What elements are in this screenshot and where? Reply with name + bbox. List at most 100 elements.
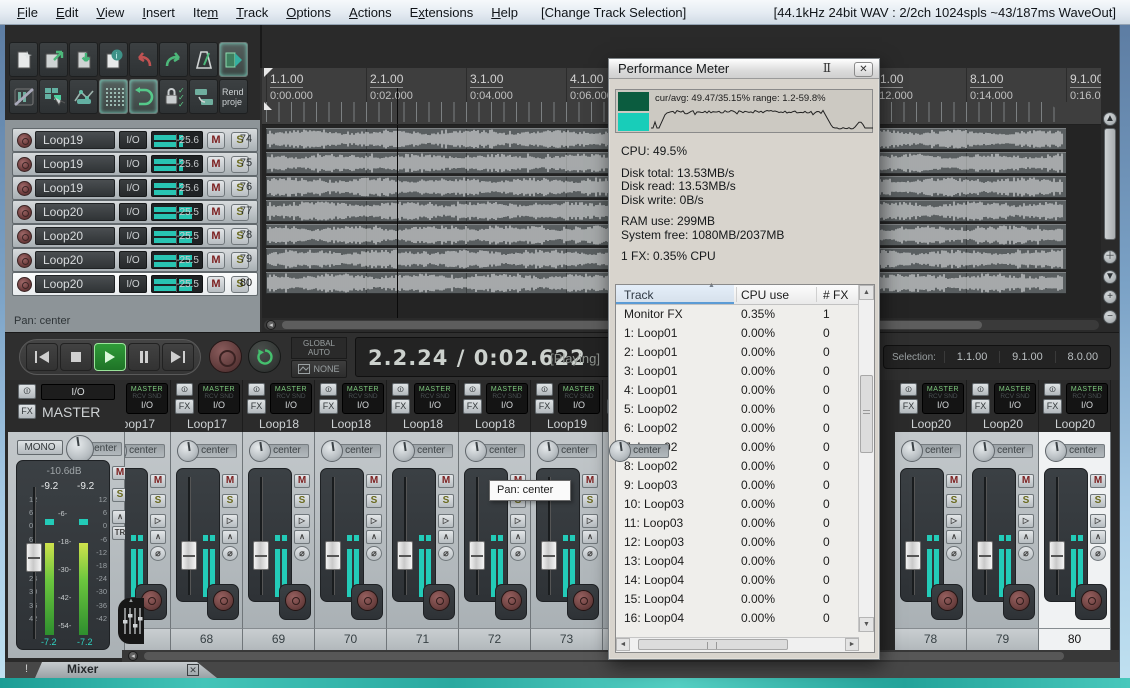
mixer-menu-flap[interactable]: ▲ bbox=[118, 598, 144, 644]
global-auto-value[interactable]: NONE bbox=[291, 360, 347, 378]
strip-mute-button[interactable]: M bbox=[150, 474, 166, 488]
dock-pin-icon[interactable]: Ⅱ bbox=[819, 62, 835, 76]
io-button[interactable]: I/O bbox=[119, 155, 147, 173]
mono-button[interactable]: MONO bbox=[17, 440, 63, 455]
strip-mute-button[interactable]: M bbox=[294, 474, 310, 488]
tcp-track-75[interactable]: Loop19I/O-25.6MS75 bbox=[12, 152, 258, 176]
strip-env-arm-button[interactable]: ▷ bbox=[1018, 514, 1034, 528]
strip-solo-button[interactable]: S bbox=[582, 494, 598, 508]
mixer-strip-71[interactable]: ⏼FXMASTERRCV SNDI/OLoop18centerMS▷∧⌀71 bbox=[387, 380, 459, 650]
render-project-button[interactable]: Rend proje bbox=[219, 79, 248, 114]
strip-fader-cap[interactable] bbox=[905, 541, 921, 570]
mixer-strip-80[interactable]: ⏼FXMASTERRCV SNDI/OLoop20centerMS▷∧⌀80 bbox=[1039, 380, 1111, 650]
strip-env-arm-button[interactable]: ▷ bbox=[294, 514, 310, 528]
mute-button[interactable]: M bbox=[207, 204, 225, 221]
strip-pan-label[interactable]: center bbox=[481, 444, 525, 458]
stop-button[interactable] bbox=[60, 343, 92, 371]
media-item-properties-icon[interactable] bbox=[219, 42, 248, 77]
mixer-strip-78[interactable]: ⏼FXMASTERRCV SNDI/OLoop20centerMS▷∧⌀78 bbox=[895, 380, 967, 650]
table-scroll-left-icon[interactable]: ◄ bbox=[616, 638, 630, 651]
table-row[interactable]: 15: Loop040.00%0 bbox=[616, 590, 859, 609]
strip-record-arm-icon[interactable] bbox=[357, 590, 378, 611]
strip-solo-button[interactable]: S bbox=[222, 494, 238, 508]
master-power-button[interactable]: ⏼ bbox=[18, 384, 36, 399]
table-vscrollbar[interactable]: ▲ ▼ bbox=[858, 285, 874, 632]
strip-power-button[interactable]: ⏼ bbox=[1044, 383, 1061, 396]
strip-solo-button[interactable]: S bbox=[150, 494, 166, 508]
io-button[interactable]: I/O bbox=[119, 251, 147, 269]
strip-mute-button[interactable]: M bbox=[582, 474, 598, 488]
strip-power-button[interactable]: ⏼ bbox=[248, 383, 265, 396]
strip-solo-button[interactable]: S bbox=[1090, 494, 1106, 508]
volume-box[interactable]: -25.6 bbox=[151, 155, 203, 173]
strip-send-box[interactable]: MASTERRCV SNDI/O bbox=[414, 383, 456, 414]
tcp-track-76[interactable]: Loop19I/O-25.6MS76 bbox=[12, 176, 258, 200]
strip-solo-button[interactable]: S bbox=[946, 494, 962, 508]
strip-phase-button[interactable]: ⌀ bbox=[582, 546, 598, 561]
strip-pan-label[interactable]: center bbox=[409, 444, 453, 458]
scroll-down-icon[interactable]: ▼ bbox=[1103, 270, 1117, 284]
strip-pan-knob[interactable] bbox=[393, 440, 415, 462]
table-header[interactable]: Track CPU use # FX ▲ bbox=[616, 285, 859, 305]
mixer-strip-68[interactable]: ⏼FXMASTERRCV SNDI/OLoop17centerMS▷∧⌀68 bbox=[171, 380, 243, 650]
volume-box[interactable]: -25.6 bbox=[151, 179, 203, 197]
strip-env-button[interactable]: ∧ bbox=[582, 530, 598, 544]
strip-phase-button[interactable]: ⌀ bbox=[510, 546, 526, 561]
table-rows[interactable]: Monitor FX0.35%11: Loop010.00%02: Loop01… bbox=[616, 305, 859, 632]
menu-actions[interactable]: Actions bbox=[340, 3, 401, 22]
menu-edit[interactable]: Edit bbox=[47, 3, 87, 22]
strip-solo-button[interactable]: S bbox=[1018, 494, 1034, 508]
strip-env-button[interactable]: ∧ bbox=[222, 530, 238, 544]
strip-fx-button[interactable]: FX bbox=[319, 399, 338, 414]
table-row[interactable]: 2: Loop010.00%0 bbox=[616, 343, 859, 362]
pause-button[interactable] bbox=[128, 343, 160, 371]
close-icon[interactable]: ✕ bbox=[854, 62, 873, 77]
strip-power-button[interactable]: ⏼ bbox=[900, 383, 917, 396]
strip-record-arm-icon[interactable] bbox=[141, 590, 162, 611]
tcp-track-78[interactable]: Loop20I/O-25.5MS78 bbox=[12, 224, 258, 248]
strip-env-arm-button[interactable]: ▷ bbox=[946, 514, 962, 528]
strip-pan-label[interactable]: center bbox=[265, 444, 309, 458]
save-project-icon[interactable] bbox=[69, 42, 98, 77]
tcp-track-77[interactable]: Loop20I/O-25.5MS77 bbox=[12, 200, 258, 224]
locking-icon[interactable]: ✓✓✓ bbox=[159, 79, 188, 114]
strip-phase-button[interactable]: ⌀ bbox=[1090, 546, 1106, 561]
strip-fader-cap[interactable] bbox=[253, 541, 269, 570]
strip-env-button[interactable]: ∧ bbox=[1018, 530, 1034, 544]
record-arm-icon[interactable] bbox=[17, 157, 32, 172]
strip-send-box[interactable]: MASTERRCV SNDI/O bbox=[270, 383, 312, 414]
strip-env-arm-button[interactable]: ▷ bbox=[510, 514, 526, 528]
selection-end[interactable]: 9.1.00 bbox=[999, 351, 1054, 363]
strip-io-label[interactable]: I/O bbox=[923, 400, 963, 410]
track-name[interactable]: Loop20 bbox=[35, 227, 115, 245]
table-hscroll-thumb[interactable] bbox=[638, 639, 788, 650]
strip-solo-button[interactable]: S bbox=[438, 494, 454, 508]
table-row[interactable]: 12: Loop030.00%0 bbox=[616, 533, 859, 552]
project-info-icon[interactable]: i bbox=[99, 42, 128, 77]
strip-record-arm-icon[interactable] bbox=[429, 590, 450, 611]
table-row[interactable]: 4: Loop010.00%0 bbox=[616, 381, 859, 400]
volume-box[interactable]: -25.5 bbox=[151, 275, 203, 293]
zoom-center-icon[interactable]: ＋ bbox=[1103, 250, 1117, 264]
strip-phase-button[interactable]: ⌀ bbox=[222, 546, 238, 561]
strip-fader-cap[interactable] bbox=[977, 541, 993, 570]
mute-button[interactable]: M bbox=[207, 156, 225, 173]
strip-env-button[interactable]: ∧ bbox=[294, 530, 310, 544]
table-row[interactable]: 3: Loop010.00%0 bbox=[616, 362, 859, 381]
menu-insert[interactable]: Insert bbox=[133, 3, 184, 22]
table-row[interactable]: 6: Loop020.00%0 bbox=[616, 419, 859, 438]
master-io-button[interactable]: I/O bbox=[41, 384, 115, 400]
undo-icon[interactable] bbox=[129, 42, 158, 77]
menu-view[interactable]: View bbox=[87, 3, 133, 22]
strip-fader-cap[interactable] bbox=[325, 541, 341, 570]
strip-io-label[interactable]: I/O bbox=[415, 400, 455, 410]
strip-record-arm-icon[interactable] bbox=[937, 590, 958, 611]
mute-button[interactable]: M bbox=[207, 228, 225, 245]
table-row[interactable]: 8: Loop020.00%0 bbox=[616, 457, 859, 476]
envelope-icon[interactable] bbox=[69, 79, 98, 114]
strip-fader-cap[interactable] bbox=[397, 541, 413, 570]
record-arm-icon[interactable] bbox=[17, 277, 32, 292]
mixer-strip-73[interactable]: ⏼FXMASTERRCV SNDI/OLoop19centerMS▷∧⌀73 bbox=[531, 380, 603, 650]
mixer-tab[interactable]: Mixer ✕ bbox=[35, 662, 217, 678]
strip-send-box[interactable]: MASTERRCV SNDI/O bbox=[198, 383, 240, 414]
